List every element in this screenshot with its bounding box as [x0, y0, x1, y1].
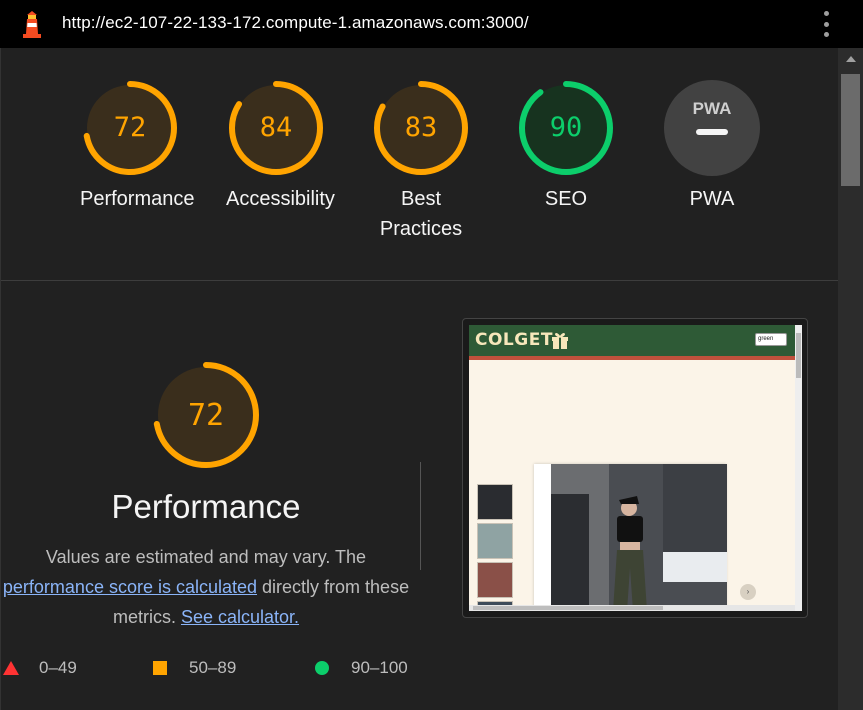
carousel-next-icon: › — [740, 584, 756, 600]
scroll-up-arrow-icon[interactable] — [846, 56, 856, 62]
window-scrollbar[interactable] — [838, 48, 863, 710]
gift-icon — [552, 333, 568, 349]
pwa-dash-icon — [696, 129, 728, 135]
gauge-best-practices-value: 83 — [405, 112, 438, 143]
thumbnail-3 — [477, 562, 513, 598]
gauge-performance-value: 72 — [114, 112, 147, 143]
gauge-best-practices-label: Best Practices — [371, 184, 471, 244]
gauge-performance[interactable]: 72 Performance — [80, 78, 195, 214]
gauge-best-practices-label-line1: Best — [400, 188, 442, 210]
thumbnail-2 — [477, 523, 513, 559]
performance-description: Values are estimated and may vary. The p… — [1, 542, 411, 632]
gauge-pwa[interactable]: PWA PWA — [662, 78, 762, 214]
square-icon — [153, 661, 167, 675]
legend-fail-range: 0–49 — [39, 658, 77, 677]
gauge-performance-label: Performance — [80, 188, 195, 210]
vertical-separator — [420, 462, 421, 570]
gauge-pwa-ring: PWA — [664, 80, 760, 176]
legend-fail: 0–49 — [3, 658, 77, 678]
gauge-seo-ring: 90 — [519, 81, 613, 175]
title-bar: http://ec2-107-22-133-172.compute-1.amaz… — [0, 0, 863, 48]
gauge-pwa-label: PWA — [689, 188, 735, 210]
triangle-icon — [3, 661, 19, 675]
desc-line3-text: metrics. — [112, 607, 181, 627]
performance-big-gauge-ring: 72 — [153, 362, 259, 468]
site-hscroll-thumb — [473, 606, 663, 610]
final-screenshot[interactable]: COLGET green › — [469, 325, 802, 611]
desc-line3: metrics. See calculator. — [1, 602, 411, 632]
gauge-best-practices-label-line2: Practices — [379, 218, 463, 240]
performance-title: Performance — [111, 488, 301, 525]
scroll-thumb[interactable] — [841, 74, 860, 186]
more-menu-icon[interactable] — [818, 11, 834, 37]
gauge-accessibility-ring: 84 — [229, 81, 323, 175]
circle-icon — [315, 661, 329, 675]
product-photo — [551, 464, 727, 611]
site-logo: COLGET — [475, 330, 553, 350]
lighthouse-icon — [23, 11, 41, 38]
desc-line2-text: directly from these — [257, 577, 410, 597]
thumbnail-1 — [477, 484, 513, 520]
gauge-accessibility-label: Accessibility — [226, 188, 335, 210]
gauge-seo-label: SEO — [544, 188, 588, 210]
performance-big-gauge: 72 — [151, 360, 261, 470]
legend-pass: 90–100 — [315, 658, 408, 678]
legend-average: 50–89 — [153, 658, 236, 678]
theme-select: green — [755, 333, 787, 346]
desc-line2: performance score is calculated directly… — [1, 572, 411, 602]
page-url[interactable]: http://ec2-107-22-133-172.compute-1.amaz… — [62, 13, 529, 33]
performance-big-score: 72 — [188, 398, 224, 433]
gauge-accessibility-value: 84 — [260, 112, 293, 143]
gauge-seo-value: 90 — [550, 112, 583, 143]
gauge-best-practices[interactable]: 83 Best Practices — [371, 78, 471, 244]
score-calculated-link[interactable]: performance score is calculated — [3, 577, 257, 597]
see-calculator-link[interactable]: See calculator. — [181, 607, 299, 627]
section-divider — [1, 280, 839, 281]
gauge-accessibility[interactable]: 84 Accessibility — [226, 78, 335, 214]
site-scroll-thumb — [796, 333, 801, 378]
legend-average-range: 50–89 — [189, 658, 237, 677]
pwa-badge-icon: PWA — [693, 99, 732, 118]
gauge-seo[interactable]: 90 SEO — [516, 78, 616, 214]
desc-line1: Values are estimated and may vary. The — [45, 547, 367, 567]
legend-pass-range: 90–100 — [351, 658, 408, 677]
gauge-performance-ring: 72 — [83, 81, 177, 175]
site-accent-bar — [469, 356, 795, 360]
thumbnail-column — [477, 441, 513, 611]
gauge-best-practices-ring: 83 — [374, 81, 468, 175]
